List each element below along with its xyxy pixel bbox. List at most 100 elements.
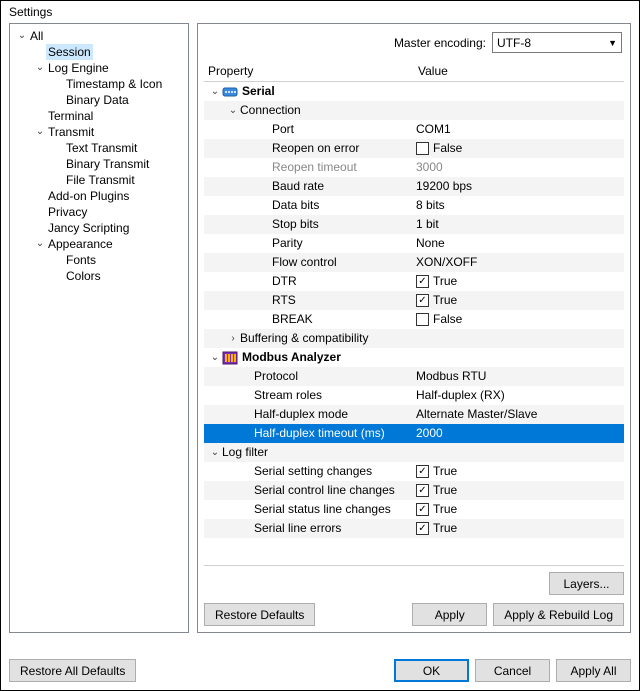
layers-row: Layers... bbox=[204, 566, 624, 595]
property-row[interactable]: ProtocolModbus RTU bbox=[204, 367, 624, 386]
tree-item-label: Jancy Scripting bbox=[46, 220, 131, 236]
property-group[interactable]: ⌄ Modbus Analyzer bbox=[204, 348, 624, 367]
checkbox[interactable]: ✓ bbox=[416, 465, 429, 478]
tree-item[interactable]: ⌄All bbox=[12, 28, 186, 44]
chevron-down-icon[interactable]: ⌄ bbox=[34, 236, 46, 252]
tree-item[interactable]: Privacy bbox=[12, 204, 186, 220]
property-row[interactable]: BREAK False bbox=[204, 310, 624, 329]
property-row[interactable]: Serial status line changes✓True bbox=[204, 500, 624, 519]
chevron-down-icon[interactable]: ⌄ bbox=[34, 60, 46, 76]
property-row[interactable]: Stream rolesHalf-duplex (RX) bbox=[204, 386, 624, 405]
property-row[interactable]: PortCOM1 bbox=[204, 120, 624, 139]
property-row[interactable]: Half-duplex timeout (ms) 2000 bbox=[204, 424, 624, 443]
property-value: True bbox=[433, 291, 457, 310]
chevron-down-icon[interactable]: ⌄ bbox=[208, 82, 222, 101]
chevron-down-icon[interactable]: ⌄ bbox=[16, 28, 28, 44]
encoding-combo[interactable]: UTF-8 ▼ bbox=[492, 32, 622, 53]
tree-item[interactable]: ⌄Appearance bbox=[12, 236, 186, 252]
dialog-button-bar: Restore All Defaults OK Cancel Apply All bbox=[9, 659, 631, 682]
property-row[interactable]: Half-duplex modeAlternate Master/Slave bbox=[204, 405, 624, 424]
checkbox[interactable] bbox=[416, 142, 429, 155]
property-label: Serial control line changes bbox=[254, 481, 395, 500]
apply-button[interactable]: Apply bbox=[412, 603, 487, 626]
tree-item[interactable]: Jancy Scripting bbox=[12, 220, 186, 236]
property-row[interactable]: Flow controlXON/XOFF bbox=[204, 253, 624, 272]
tree-item[interactable]: Fonts bbox=[12, 252, 186, 268]
property-row[interactable]: DTR✓True bbox=[204, 272, 624, 291]
cancel-button[interactable]: Cancel bbox=[475, 659, 550, 682]
tree-item-label: Appearance bbox=[46, 236, 115, 252]
tree-item[interactable]: ⌄Transmit bbox=[12, 124, 186, 140]
apply-rebuild-button[interactable]: Apply & Rebuild Log bbox=[493, 603, 624, 626]
layers-button[interactable]: Layers... bbox=[549, 572, 624, 595]
property-group[interactable]: ›Buffering & compatibility bbox=[204, 329, 624, 348]
property-row[interactable]: Parity None bbox=[204, 234, 624, 253]
tree-item[interactable]: Session bbox=[12, 44, 186, 60]
tree-item-label: Binary Data bbox=[64, 92, 131, 108]
tree-item[interactable]: Text Transmit bbox=[12, 140, 186, 156]
tree-item[interactable]: Terminal bbox=[12, 108, 186, 124]
encoding-row: Master encoding: UTF-8 ▼ bbox=[204, 30, 624, 61]
property-value: Alternate Master/Slave bbox=[416, 405, 537, 424]
property-row[interactable]: RTS✓True bbox=[204, 291, 624, 310]
property-label: Modbus Analyzer bbox=[242, 348, 341, 367]
property-value: False bbox=[433, 310, 462, 329]
tree-item[interactable]: Colors bbox=[12, 268, 186, 284]
property-value: 8 bits bbox=[416, 196, 445, 215]
property-group[interactable]: ⌄Log filter bbox=[204, 443, 624, 462]
chevron-down-icon[interactable]: ⌄ bbox=[34, 124, 46, 140]
category-tree[interactable]: ⌄AllSession⌄Log EngineTimestamp & IconBi… bbox=[9, 23, 189, 633]
header-property[interactable]: Property bbox=[204, 61, 414, 81]
property-label: Serial bbox=[242, 82, 275, 101]
property-group[interactable]: ⌄Connection bbox=[204, 101, 624, 120]
checkbox[interactable]: ✓ bbox=[416, 275, 429, 288]
property-label: Stream roles bbox=[254, 386, 322, 405]
tree-item-label: All bbox=[28, 28, 45, 44]
apply-all-button[interactable]: Apply All bbox=[556, 659, 631, 682]
restore-all-defaults-button[interactable]: Restore All Defaults bbox=[9, 659, 136, 682]
property-value: True bbox=[433, 500, 457, 519]
checkbox[interactable]: ✓ bbox=[416, 294, 429, 307]
ok-button[interactable]: OK bbox=[394, 659, 469, 682]
tree-item[interactable]: Add-on Plugins bbox=[12, 188, 186, 204]
tree-item[interactable]: Binary Transmit bbox=[12, 156, 186, 172]
checkbox[interactable]: ✓ bbox=[416, 522, 429, 535]
property-label: Port bbox=[272, 120, 294, 139]
property-row[interactable]: Stop bits1 bit bbox=[204, 215, 624, 234]
property-grid[interactable]: ⌄Serial⌄ConnectionPortCOM1Reopen on erro… bbox=[204, 82, 624, 566]
property-row[interactable]: Baud rate19200 bps bbox=[204, 177, 624, 196]
property-row[interactable]: Data bits8 bits bbox=[204, 196, 624, 215]
tree-item[interactable]: File Transmit bbox=[12, 172, 186, 188]
property-value: XON/XOFF bbox=[416, 253, 477, 272]
tree-item-label: Add-on Plugins bbox=[46, 188, 131, 204]
property-row[interactable]: Reopen on errorFalse bbox=[204, 139, 624, 158]
property-row[interactable]: Reopen timeout3000 bbox=[204, 158, 624, 177]
property-value: True bbox=[433, 519, 457, 538]
chevron-right-icon[interactable]: › bbox=[226, 329, 240, 348]
property-label: Parity bbox=[272, 234, 303, 253]
header-value[interactable]: Value bbox=[414, 61, 624, 81]
tree-item[interactable]: Binary Data bbox=[12, 92, 186, 108]
property-label: Log filter bbox=[222, 443, 268, 462]
checkbox[interactable] bbox=[416, 313, 429, 326]
property-row[interactable]: Serial control line changes✓True bbox=[204, 481, 624, 500]
chevron-down-icon[interactable]: ⌄ bbox=[208, 443, 222, 462]
chevron-down-icon[interactable]: ⌄ bbox=[226, 101, 240, 120]
tree-item-label: Text Transmit bbox=[64, 140, 139, 156]
property-value[interactable]: 2000 bbox=[416, 424, 443, 443]
chevron-down-icon[interactable]: ⌄ bbox=[208, 348, 222, 367]
tree-item[interactable]: ⌄Log Engine bbox=[12, 60, 186, 76]
property-group[interactable]: ⌄ Serial bbox=[204, 82, 624, 101]
checkbox[interactable]: ✓ bbox=[416, 503, 429, 516]
tree-item[interactable]: Timestamp & Icon bbox=[12, 76, 186, 92]
property-label: Stop bits bbox=[272, 215, 319, 234]
property-value: None bbox=[416, 234, 445, 253]
checkbox[interactable]: ✓ bbox=[416, 484, 429, 497]
property-label: Half-duplex timeout (ms) bbox=[254, 424, 385, 443]
tree-item-label: Colors bbox=[64, 268, 103, 284]
property-row[interactable]: Serial setting changes✓True bbox=[204, 462, 624, 481]
property-label: DTR bbox=[272, 272, 297, 291]
property-label: BREAK bbox=[272, 310, 313, 329]
restore-defaults-button[interactable]: Restore Defaults bbox=[204, 603, 315, 626]
property-row[interactable]: Serial line errors✓True bbox=[204, 519, 624, 538]
